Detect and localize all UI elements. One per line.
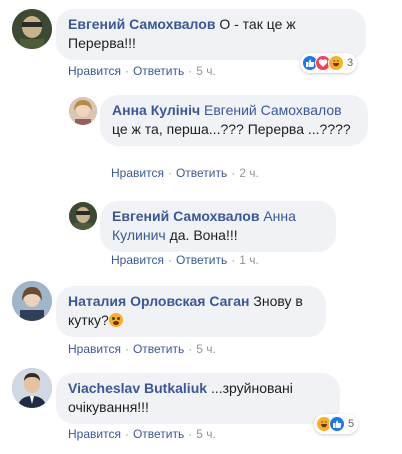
separator: · (167, 253, 172, 267)
like-button[interactable]: Нравится (111, 253, 164, 267)
comment-time[interactable]: 5 ч. (196, 342, 216, 356)
comment-time[interactable]: 1 ч. (239, 253, 259, 267)
avatar[interactable] (12, 368, 52, 408)
comment-time[interactable]: 5 ч. (196, 427, 216, 441)
comment-text: да. Вона!!! (169, 227, 238, 243)
reply-button[interactable]: Ответить (133, 427, 184, 441)
separator: · (167, 166, 172, 180)
reply-button[interactable]: Ответить (176, 166, 227, 180)
comment-author[interactable]: Евгений Самохвалов (112, 208, 259, 224)
comment-author[interactable]: Анна Кулініч (112, 102, 200, 118)
separator: · (124, 342, 129, 356)
like-button[interactable]: Нравится (68, 427, 121, 441)
separator: · (188, 64, 193, 78)
separator: · (124, 427, 129, 441)
avatar[interactable] (12, 9, 52, 49)
avatar[interactable] (69, 202, 97, 230)
comment-actions: Нравится · Ответить · 5 ч. (68, 64, 216, 78)
comment-bubble: Евгений Самохвалов Анна Кулинич да. Вона… (100, 201, 336, 252)
like-button[interactable]: Нравится (68, 64, 121, 78)
astonished-face-icon (108, 313, 123, 327)
like-button[interactable]: Нравится (111, 166, 164, 180)
like-button[interactable]: Нравится (68, 342, 121, 356)
reply-button[interactable]: Ответить (133, 64, 184, 78)
comment-author[interactable]: Наталия Орловская Саган (68, 293, 250, 309)
reply-button[interactable]: Ответить (133, 342, 184, 356)
comment-actions: Нравится · Ответить · 5 ч. (68, 342, 216, 356)
separator: · (231, 253, 236, 267)
reply-mention[interactable]: Евгений Самохвалов (204, 102, 342, 118)
like-icon (329, 416, 345, 432)
comment-actions: Нравится · Ответить · 1 ч. (111, 253, 259, 267)
comment-bubble: Наталия Орловская Саган Знову в кутку? (56, 286, 326, 337)
separator: · (124, 64, 129, 78)
separator: · (231, 166, 236, 180)
comment-author[interactable]: Евгений Самохвалов (68, 16, 215, 32)
comment-bubble: Viacheslav Butkaliuk ...зруйновані очіку… (56, 373, 340, 424)
separator: · (188, 427, 193, 441)
reactions-summary[interactable]: 5 (314, 414, 359, 434)
reactions-count: 5 (348, 418, 355, 430)
comment-time[interactable]: 2 ч. (239, 166, 259, 180)
comment-author[interactable]: Viacheslav Butkaliuk (68, 380, 207, 396)
comment-time[interactable]: 5 ч. (196, 64, 216, 78)
avatar[interactable] (12, 281, 52, 321)
haha-icon (328, 55, 344, 71)
reactions-count: 3 (347, 57, 354, 69)
comment-actions: Нравится · Ответить · 2 ч. (111, 166, 259, 180)
reactions-summary[interactable]: 3 (300, 53, 358, 73)
comment-bubble: Анна Кулініч Евгений Самохвалов це ж та,… (100, 95, 368, 146)
separator: · (188, 342, 193, 356)
reply-button[interactable]: Ответить (176, 253, 227, 267)
avatar[interactable] (69, 97, 97, 125)
comment-text: це ж та, перша...??? Перерва ...???? (112, 121, 351, 137)
comment-actions: Нравится · Ответить · 5 ч. (68, 427, 216, 441)
